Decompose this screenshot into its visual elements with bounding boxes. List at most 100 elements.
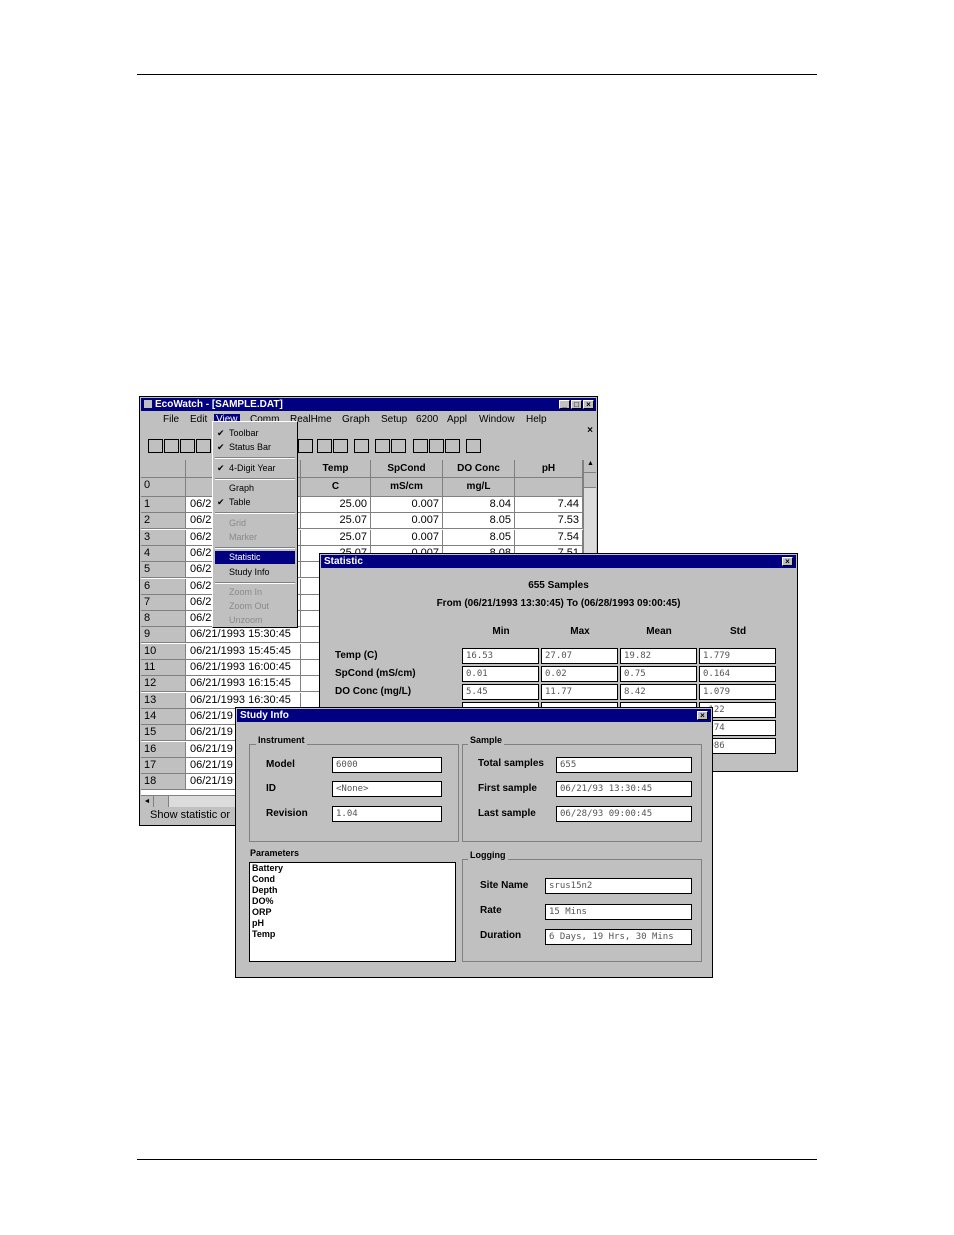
statistic-close-button[interactable]: ×	[782, 557, 793, 566]
grid-cell-date[interactable]: 06/21/1993 15:30:45	[186, 627, 301, 644]
menu-setup[interactable]: Setup	[381, 414, 407, 425]
toolbar-open-button[interactable]	[148, 439, 163, 453]
parameter-item[interactable]: Depth	[250, 885, 455, 896]
menu-help[interactable]: Help	[526, 414, 547, 425]
menu-6200[interactable]: 6200	[416, 414, 438, 425]
menu-item-statistic[interactable]: Statistic	[229, 552, 261, 562]
statistic-value-field[interactable]: 11.77	[541, 684, 618, 700]
statistic-value-field[interactable]: 16.53	[462, 648, 539, 664]
grid-cell-ph[interactable]: 7.44	[515, 497, 583, 513]
grid-units-ph	[515, 478, 583, 497]
statistic-value-field[interactable]: 0.164	[699, 666, 776, 682]
toolbar-marker-button[interactable]	[375, 439, 390, 453]
statistic-header-mean: Mean	[646, 626, 672, 637]
parameter-item[interactable]: Cond	[250, 874, 455, 885]
grid-cell-date[interactable]: 06/21/1993 16:00:45	[186, 660, 301, 676]
scroll-thumb[interactable]	[584, 473, 596, 488]
grid-header-temp[interactable]: Temp	[301, 460, 371, 478]
toolbar-help-button[interactable]	[466, 439, 481, 453]
parameter-item[interactable]: Temp	[250, 929, 455, 940]
grid-cell-do[interactable]: 8.05	[443, 529, 515, 546]
scroll-up-arrow-icon[interactable]: ▲	[584, 460, 596, 473]
site-name-field[interactable]: srus15n2	[545, 878, 692, 894]
menu-appl[interactable]: Appl	[447, 414, 467, 425]
grid-cell-date[interactable]: 06/21/1993 15:45:45	[186, 643, 301, 660]
statistic-value-field[interactable]: 0.01	[462, 666, 539, 682]
grid-cell-ph[interactable]: 7.54	[515, 529, 583, 546]
id-field[interactable]: <None>	[332, 781, 442, 797]
grid-cell-do[interactable]: 8.04	[443, 497, 515, 513]
grid-rownum: 6	[141, 578, 186, 595]
statistic-value-field[interactable]: 0.02	[541, 666, 618, 682]
parameters-listbox[interactable]: Battery Cond Depth DO% ORP pH Temp	[249, 862, 456, 962]
parameter-item[interactable]: ORP	[250, 907, 455, 918]
toolbar-info-button[interactable]	[333, 439, 348, 453]
statistic-value-field[interactable]: 0.75	[620, 666, 697, 682]
revision-label: Revision	[266, 808, 308, 819]
maximize-button[interactable]: □	[571, 400, 582, 409]
parameter-item[interactable]: DO%	[250, 896, 455, 907]
total-samples-field[interactable]: 655	[556, 757, 692, 773]
menu-file[interactable]: File	[163, 414, 179, 425]
toolbar-sigma-button[interactable]	[317, 439, 332, 453]
grid-rownum: 17	[141, 757, 186, 774]
parameter-item[interactable]: Battery	[250, 863, 455, 874]
statistic-value-field[interactable]: 1.079	[699, 684, 776, 700]
statistic-value-field[interactable]: 8.42	[620, 684, 697, 700]
duration-field[interactable]: 6 Days, 19 Hrs, 30 Mins	[545, 929, 692, 945]
close-button[interactable]: ×	[583, 400, 594, 409]
grid-cell-spcond[interactable]: 0.007	[371, 513, 443, 530]
grid-cell-date[interactable]: 06/21/1993 16:15:45	[186, 676, 301, 693]
statistic-row-label: DO Conc (mg/L)	[335, 686, 412, 697]
scroll-left-arrow-icon[interactable]: ◄	[141, 796, 153, 807]
grid-cell-temp[interactable]: 25.07	[301, 529, 371, 546]
rate-field[interactable]: 15 Mins	[545, 904, 692, 920]
menu-window[interactable]: Window	[479, 414, 515, 425]
menu-item-study-info[interactable]: Study Info	[229, 567, 270, 577]
toolbar-save-button[interactable]	[164, 439, 179, 453]
view-menu-dropdown: ✔ Toolbar ✔ Status Bar ✔ 4-Digit Year Gr…	[212, 421, 298, 628]
statistic-value-field[interactable]: 27.07	[541, 648, 618, 664]
toolbar-zoomin-button[interactable]	[413, 439, 428, 453]
minimize-button[interactable]: _	[559, 400, 570, 409]
toolbar-graph-button[interactable]	[298, 439, 313, 453]
total-samples-label: Total samples	[478, 758, 544, 769]
statistic-value-field[interactable]: 19.82	[620, 648, 697, 664]
toolbar-unzoom-button[interactable]	[445, 439, 460, 453]
grid-cell-temp[interactable]: 25.00	[301, 497, 371, 513]
grid-rownum: 10	[141, 643, 186, 660]
menu-edit[interactable]: Edit	[190, 414, 207, 425]
toolbar-grid-button[interactable]	[391, 439, 406, 453]
grid-header-do[interactable]: DO Conc	[443, 460, 515, 478]
grid-cell-temp[interactable]: 25.07	[301, 513, 371, 530]
menu-item-toolbar[interactable]: Toolbar	[229, 428, 259, 438]
study-info-dialog: Study Info × Instrument Model 6000 ID <N…	[235, 707, 713, 978]
grid-cell-do[interactable]: 8.05	[443, 513, 515, 530]
grid-header-spcond[interactable]: SpCond	[371, 460, 443, 478]
grid-header-ph[interactable]: pH	[515, 460, 583, 478]
model-field[interactable]: 6000	[332, 757, 442, 773]
grid-cell-spcond[interactable]: 0.007	[371, 497, 443, 513]
statistic-value-field[interactable]: 5.45	[462, 684, 539, 700]
last-sample-field[interactable]: 06/28/93 09:00:45	[556, 806, 692, 822]
grid-cell-spcond[interactable]: 0.007	[371, 529, 443, 546]
grid-cell-ph[interactable]: 7.53	[515, 513, 583, 530]
menu-item-4digit-year[interactable]: 4-Digit Year	[229, 463, 276, 473]
grid-rownum: 18	[141, 774, 186, 791]
parameter-item[interactable]: pH	[250, 918, 455, 929]
study-info-close-button[interactable]: ×	[697, 711, 708, 720]
first-sample-field[interactable]: 06/21/93 13:30:45	[556, 781, 692, 797]
toolbar-zoomout-button[interactable]	[429, 439, 444, 453]
toolbar-zoom-button[interactable]	[354, 439, 369, 453]
h-scroll-thumb[interactable]	[153, 796, 169, 807]
menu-item-graph[interactable]: Graph	[229, 483, 254, 493]
menu-item-status-bar[interactable]: Status Bar	[229, 442, 271, 452]
statistic-value-field[interactable]: 1.779	[699, 648, 776, 664]
grid-rownum: 11	[141, 660, 186, 676]
menu-item-table[interactable]: Table	[229, 497, 251, 507]
toolbar-chart-button[interactable]	[196, 439, 211, 453]
toolbar-print-button[interactable]	[180, 439, 195, 453]
menu-graph[interactable]: Graph	[342, 414, 370, 425]
mdi-close-icon[interactable]: ×	[587, 425, 593, 436]
revision-field[interactable]: 1.04	[332, 806, 442, 822]
